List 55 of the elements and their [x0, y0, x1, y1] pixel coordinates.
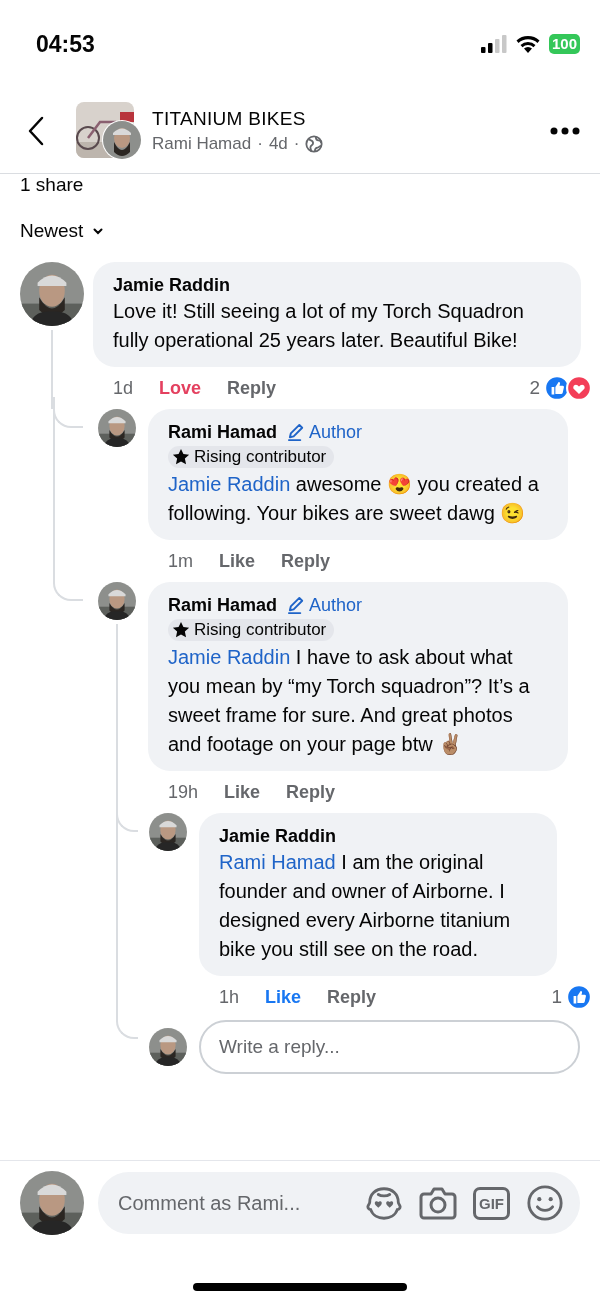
- post-author[interactable]: Rami Hamad: [152, 133, 252, 154]
- mention-link[interactable]: Rami Hamad: [219, 851, 336, 873]
- battery-indicator: 100: [548, 34, 580, 54]
- comment-text: Jamie Raddin awesome 😍 you created a following. Your bikes are sweet dawg 😉: [168, 472, 540, 526]
- reaction-count: 2: [529, 377, 540, 399]
- reply-button[interactable]: Reply: [327, 986, 377, 1008]
- reply-button[interactable]: Reply: [227, 377, 277, 399]
- reaction-count: 1: [551, 986, 562, 1008]
- signal-icon: [480, 35, 507, 53]
- author-label: Author: [309, 421, 363, 443]
- chevron-down-icon: [93, 227, 104, 235]
- timestamp: 1m: [168, 550, 193, 572]
- separator: ·: [293, 133, 300, 154]
- emoji-icon[interactable]: [526, 1184, 564, 1222]
- thread-connector: [53, 397, 83, 428]
- author-name[interactable]: Rami Hamad: [168, 593, 278, 617]
- sticker-icon[interactable]: [365, 1184, 403, 1222]
- comment-field[interactable]: Comment as Rami... GIF: [98, 1172, 580, 1234]
- camera-icon[interactable]: [419, 1186, 457, 1220]
- gif-button[interactable]: GIF: [473, 1186, 510, 1220]
- globe-icon: [305, 134, 324, 153]
- comment-text: Jamie Raddin I have to ask about what you mean by “my Torch squadron”? It’s a sweet frame for sure. And great photos and footage on your page btw ✌🏽: [168, 645, 531, 757]
- star-icon: [172, 448, 190, 466]
- reaction-button[interactable]: Like: [219, 550, 256, 572]
- post-age: 4d: [268, 133, 288, 154]
- timestamp: 1d: [113, 377, 134, 399]
- reaction-button[interactable]: Like: [265, 986, 302, 1008]
- badge-label: Rising contributor: [194, 620, 327, 640]
- reaction-button[interactable]: Like: [224, 781, 261, 803]
- timestamp: 19h: [168, 781, 199, 803]
- author-name[interactable]: Rami Hamad: [168, 420, 278, 444]
- author-name[interactable]: Jamie Raddin: [113, 273, 231, 297]
- reply-button[interactable]: Reply: [286, 781, 336, 803]
- thumbs-up-icon: [566, 984, 592, 1010]
- more-icon[interactable]: [550, 126, 580, 135]
- comment-text: Love it! Still seeing a lot of my Torch Squadron fully operational 25 years later. Beautiful Bike!: [113, 299, 525, 353]
- author-label: Author: [309, 594, 363, 616]
- reply-button[interactable]: Reply: [281, 550, 331, 572]
- reply-field[interactable]: Write a reply...: [199, 1020, 580, 1074]
- back-icon[interactable]: [28, 115, 44, 146]
- sort-dropdown[interactable]: Newest: [20, 220, 104, 242]
- status-time: 04:53: [36, 30, 95, 58]
- comment-text: Rami Hamad I am the original founder and owner of Airborne. I designed every Airborne titanium bike you still see on the road.: [219, 850, 512, 962]
- mention-link[interactable]: Jamie Raddin: [168, 646, 291, 668]
- author-name[interactable]: Jamie Raddin: [219, 824, 337, 848]
- reaction-button[interactable]: Love: [159, 377, 202, 399]
- share-count: 1 share: [20, 174, 84, 196]
- wifi-icon: [514, 34, 541, 54]
- timestamp: 1h: [219, 986, 240, 1008]
- page-title: TITANIUM BIKES: [152, 107, 307, 130]
- separator: ·: [257, 133, 263, 154]
- thumbs-up-icon: [544, 375, 570, 401]
- badge-label: Rising contributor: [194, 447, 327, 467]
- star-icon: [172, 621, 190, 639]
- mention-link[interactable]: Jamie Raddin: [168, 473, 291, 495]
